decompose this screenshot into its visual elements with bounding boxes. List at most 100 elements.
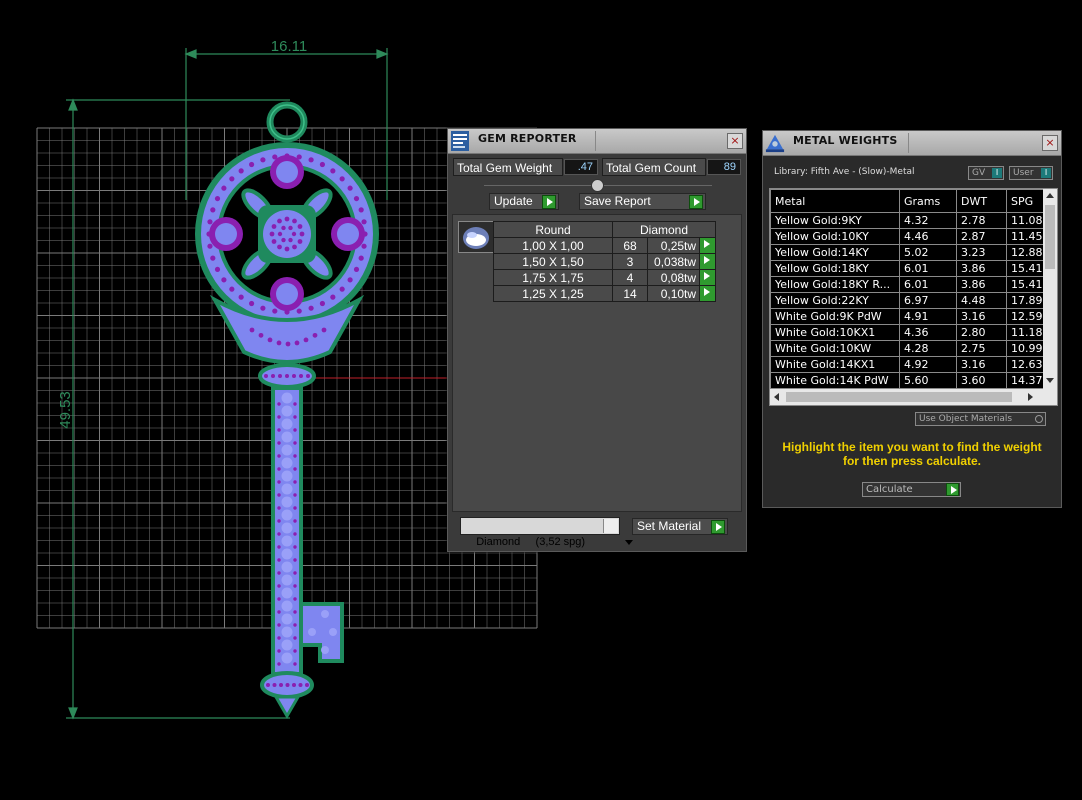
key-model[interactable] — [195, 101, 379, 719]
use-object-materials-label: Use Object Materials — [919, 414, 1013, 424]
metal-cell: White Gold:10KW — [770, 340, 900, 357]
close-button[interactable]: × — [727, 133, 743, 149]
metal-weights-panel: METAL WEIGHTS × Library: Fifth Ave - (Sl… — [762, 130, 1062, 508]
total-gem-count-value: 89 — [707, 159, 741, 175]
total-gem-weight-value: .47 — [564, 159, 598, 175]
metal-row[interactable]: White Gold:14K PdW 5.60 3.60 14.37 — [770, 372, 1057, 389]
gem-row[interactable]: 1,25 X 1,25 14 0,10tw — [493, 285, 716, 302]
horizontal-scrollbar[interactable] — [770, 389, 1057, 405]
gem-size: 1,00 X 1,00 — [493, 237, 613, 254]
column-header[interactable]: DWT — [956, 189, 1007, 213]
gem-weight: 0,038tw — [647, 253, 701, 270]
calculate-button[interactable]: Calculate — [862, 482, 961, 497]
material-header: Diamond — [612, 221, 716, 238]
total-gem-count-label: Total Gem Count — [602, 158, 706, 176]
use-object-materials-toggle[interactable]: Use Object Materials — [915, 412, 1046, 426]
metal-table: Metal Grams DWT SPG Yellow Gold:9KY 4.32 2.78… — [770, 189, 1057, 389]
metal-row[interactable]: Yellow Gold:22KY 6.97 4.48 17.89 — [770, 292, 1057, 309]
calculate-label: Calculate — [866, 484, 913, 495]
update-label: Update — [494, 194, 533, 208]
set-material-button[interactable]: Set Material — [632, 518, 728, 535]
metal-cell: White Gold:9K PdW — [770, 308, 900, 325]
metal-cell: 4.46 — [899, 228, 957, 245]
metal-cell: Yellow Gold:18KY — [770, 260, 900, 277]
metal-cell: 3.86 — [956, 260, 1007, 277]
total-gem-weight-label: Total Gem Weight — [453, 158, 563, 176]
material-select[interactable]: Diamond (3,52 spg) — [460, 517, 634, 548]
toggle-indicator-icon — [1035, 415, 1043, 423]
metal-row[interactable]: White Gold:10KX1 4.36 2.80 11.18 — [770, 324, 1057, 341]
metal-row[interactable]: Yellow Gold:18KY 6.01 3.86 15.41 — [770, 260, 1057, 277]
gv-indicator-icon: I — [992, 168, 1002, 178]
gem-count: 68 — [611, 237, 649, 254]
update-button[interactable]: Update — [489, 193, 559, 210]
close-button[interactable]: × — [1042, 135, 1058, 151]
column-header[interactable]: Metal — [770, 189, 900, 213]
gem-weight: 0,25tw — [647, 237, 701, 254]
round-diamond-icon — [463, 227, 489, 249]
gem-row-go-button[interactable] — [699, 285, 716, 302]
round-gem-thumbnail[interactable] — [458, 221, 494, 253]
shape-header: Round — [493, 221, 613, 238]
gem-list-area: Round Diamond 1,00 X 1,00 68 0,25tw 1,50 X … — [452, 214, 742, 512]
chevron-down-icon[interactable] — [603, 519, 634, 545]
save-report-go-icon — [689, 195, 703, 209]
slider-handle[interactable] — [591, 179, 604, 192]
metal-cell: 6.97 — [899, 292, 957, 309]
gem-weight: 0,08tw — [647, 269, 701, 286]
set-material-go-icon — [711, 520, 725, 534]
metal-row[interactable]: Yellow Gold:9KY 4.32 2.78 11.08 — [770, 212, 1057, 229]
metal-cell: 6.01 — [899, 260, 957, 277]
gv-toggle[interactable]: GV I — [968, 166, 1004, 180]
gem-row-go-button[interactable] — [699, 253, 716, 270]
metal-row[interactable]: White Gold:14KX1 4.92 3.16 12.63 — [770, 356, 1057, 373]
metal-cell: 2.80 — [956, 324, 1007, 341]
metal-cell: Yellow Gold:9KY — [770, 212, 900, 229]
gem-reporter-titlebar[interactable]: GEM REPORTER × — [448, 129, 746, 154]
metal-cell: 4.91 — [899, 308, 957, 325]
metal-weights-titlebar[interactable]: METAL WEIGHTS × — [763, 131, 1061, 156]
metal-row[interactable]: Yellow Gold:10KY 4.46 2.87 11.45 — [770, 228, 1057, 245]
metal-cell: 4.48 — [956, 292, 1007, 309]
metal-cell: Yellow Gold:14KY — [770, 244, 900, 261]
gem-row[interactable]: 1,75 X 1,75 4 0,08tw — [493, 269, 716, 286]
gem-weight: 0,10tw — [647, 285, 701, 302]
gem-reporter-icon — [451, 131, 469, 151]
gem-table: Round Diamond 1,00 X 1,00 68 0,25tw 1,50 X … — [493, 221, 716, 302]
metal-cell: White Gold:14KX1 — [770, 356, 900, 373]
metal-cell: 4.92 — [899, 356, 957, 373]
panel-title: GEM REPORTER — [478, 132, 577, 145]
metal-table-container: Metal Grams DWT SPG Yellow Gold:9KY 4.32 2.78… — [769, 188, 1058, 406]
metal-row[interactable]: Yellow Gold:18KY R... 6.01 3.86 15.41 — [770, 276, 1057, 293]
metal-cell: 2.75 — [956, 340, 1007, 357]
metal-cell: 4.32 — [899, 212, 957, 229]
vertical-scrollbar[interactable] — [1043, 189, 1057, 389]
gem-row[interactable]: 1,50 X 1,50 3 0,038tw — [493, 253, 716, 270]
metal-cell: Yellow Gold:18KY R... — [770, 276, 900, 293]
height-dimension-label: 49.53 — [57, 391, 74, 429]
metal-cell: White Gold:10KX1 — [770, 324, 900, 341]
play-icon — [700, 238, 715, 252]
metal-row[interactable]: White Gold:10KW 4.28 2.75 10.99 — [770, 340, 1057, 357]
metal-cell: Yellow Gold:22KY — [770, 292, 900, 309]
metal-row[interactable]: White Gold:9K PdW 4.91 3.16 12.59 — [770, 308, 1057, 325]
metal-cell: Yellow Gold:10KY — [770, 228, 900, 245]
gem-row-go-button[interactable] — [699, 237, 716, 254]
instruction-text: Highlight the item you want to find the … — [782, 440, 1042, 468]
gem-count: 4 — [611, 269, 649, 286]
metal-cell: 3.86 — [956, 276, 1007, 293]
metal-cell: White Gold:14K PdW — [770, 372, 900, 389]
metal-row[interactable]: Yellow Gold:14KY 5.02 3.23 12.88 — [770, 244, 1057, 261]
gem-row[interactable]: 1,00 X 1,00 68 0,25tw — [493, 237, 716, 254]
save-report-button[interactable]: Save Report — [579, 193, 706, 210]
column-header[interactable]: Grams — [899, 189, 957, 213]
play-icon — [700, 286, 715, 300]
user-toggle[interactable]: User I — [1009, 166, 1053, 180]
metal-cell: 4.28 — [899, 340, 957, 357]
save-report-label: Save Report — [584, 194, 651, 208]
library-label: Library: Fifth Ave - (Slow)-Metal — [774, 167, 915, 177]
gem-size: 1,25 X 1,25 — [493, 285, 613, 302]
gem-size: 1,50 X 1,50 — [493, 253, 613, 270]
gem-row-go-button[interactable] — [699, 269, 716, 286]
metal-cell: 6.01 — [899, 276, 957, 293]
